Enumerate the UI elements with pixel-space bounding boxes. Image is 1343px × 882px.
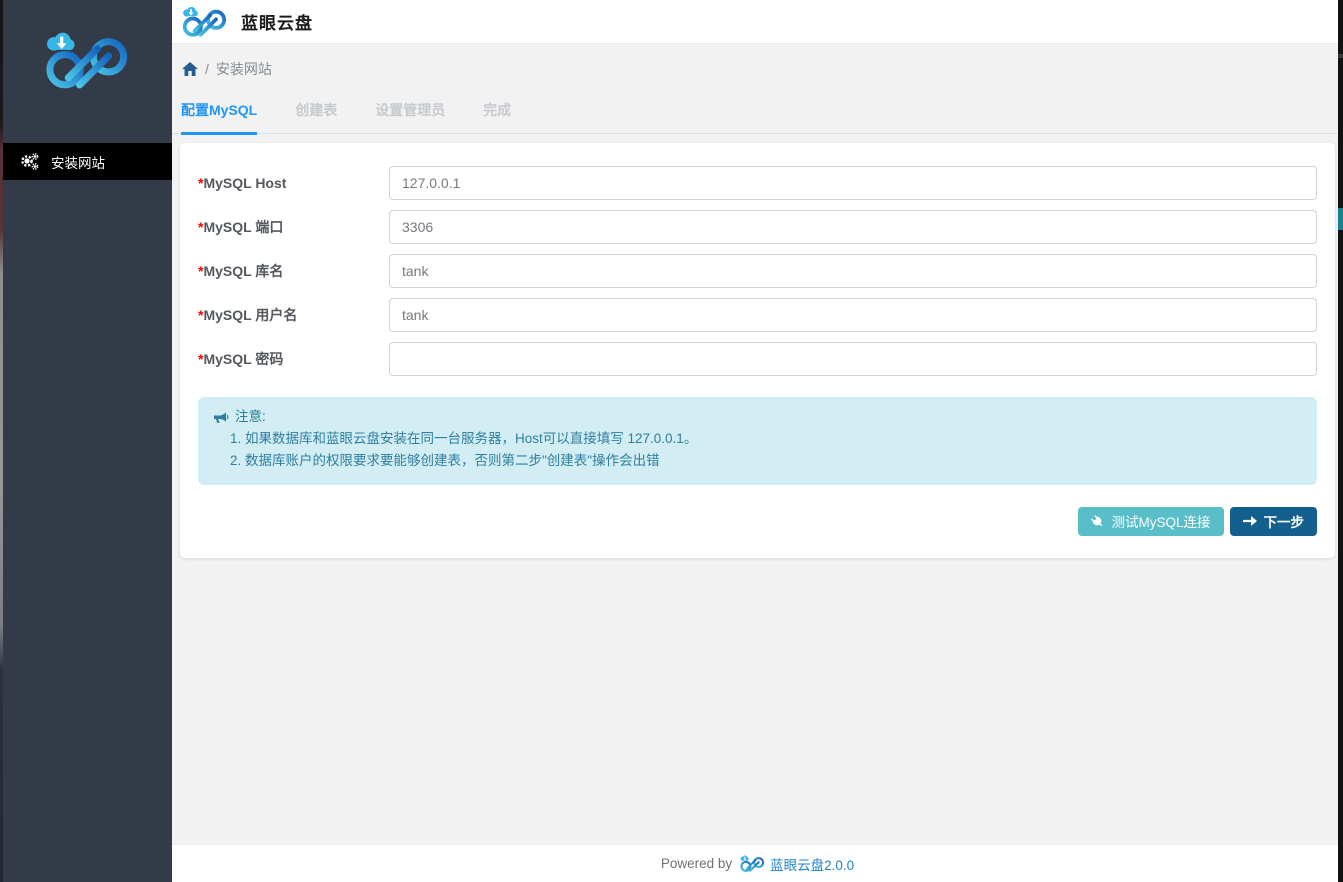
arrow-right-icon [1243,515,1257,527]
mysql-username-input[interactable] [389,298,1317,332]
bullhorn-icon [214,411,229,424]
powered-by-text: Powered by [661,856,732,871]
mysql-port-label: *MySQL 端口 [198,217,389,237]
tank-logo-icon [739,855,765,872]
form-row: *MySQL Host [198,166,1317,200]
main-area: 蓝眼云盘 / 安装网站 配置MySQL 创建表 设置管理员 完成 *MySQL … [172,0,1343,882]
form-row: *MySQL 密码 [198,342,1317,376]
notice-title: 注意: [214,408,1301,426]
sidebar-logo [0,0,172,120]
mysql-password-label: *MySQL 密码 [198,349,389,369]
sidebar-item-install-site[interactable]: 安装网站 [0,143,172,180]
sidebar-item-label: 安装网站 [51,152,105,172]
tank-logo-icon[interactable] [180,6,228,37]
mysql-database-label: *MySQL 库名 [198,261,389,281]
window-scrollbar[interactable] [1338,0,1343,882]
mysql-host-input[interactable] [389,166,1317,200]
breadcrumb-separator: / [205,61,209,77]
actions-row: 测试MySQL连接 下一步 [198,507,1317,536]
notice-alert: 注意: 1. 如果数据库和蓝眼云盘安装在同一台服务器，Host可以直接填写 12… [198,397,1317,485]
footer-brand-link[interactable]: 蓝眼云盘2.0.0 [739,854,854,874]
tank-logo-icon [41,31,131,89]
test-mysql-connection-button[interactable]: 测试MySQL连接 [1078,507,1223,536]
mysql-password-input[interactable] [389,342,1317,376]
home-icon[interactable] [182,62,198,76]
mysql-config-panel: *MySQL Host *MySQL 端口 *MySQL 库名 *MySQL 用… [180,143,1335,558]
form-row: *MySQL 端口 [198,210,1317,244]
mysql-database-input[interactable] [389,254,1317,288]
footer: Powered by 蓝眼云盘2.0.0 [172,844,1343,882]
sidebar: 安装网站 [0,0,172,882]
notice-item: 1. 如果数据库和蓝眼云盘安装在同一台服务器，Host可以直接填写 127.0.… [230,430,1301,448]
scrollbar-notch [1338,54,1343,58]
cogs-icon [20,153,40,171]
app-title: 蓝眼云盘 [241,9,313,34]
mysql-username-label: *MySQL 用户名 [198,305,389,325]
tab-create-tables[interactable]: 创建表 [295,100,337,135]
breadcrumb-current: 安装网站 [216,59,272,79]
tab-configure-mysql[interactable]: 配置MySQL [181,100,257,135]
notice-item: 2. 数据库账户的权限要求要能够创建表，否则第二步"创建表"操作会出错 [230,452,1301,470]
wizard-tabs: 配置MySQL 创建表 设置管理员 完成 [172,100,1343,134]
tab-set-admin[interactable]: 设置管理员 [375,100,445,135]
form-row: *MySQL 用户名 [198,298,1317,332]
mysql-host-label: *MySQL Host [198,175,389,191]
form-row: *MySQL 库名 [198,254,1317,288]
top-header: 蓝眼云盘 [172,0,1343,44]
scrollbar-thumb[interactable] [1338,208,1343,230]
breadcrumb: / 安装网站 [172,44,1343,79]
next-step-button[interactable]: 下一步 [1230,507,1318,536]
tab-finish[interactable]: 完成 [483,100,511,135]
plug-icon [1091,515,1104,528]
wallpaper-edge [0,0,3,882]
mysql-port-input[interactable] [389,210,1317,244]
